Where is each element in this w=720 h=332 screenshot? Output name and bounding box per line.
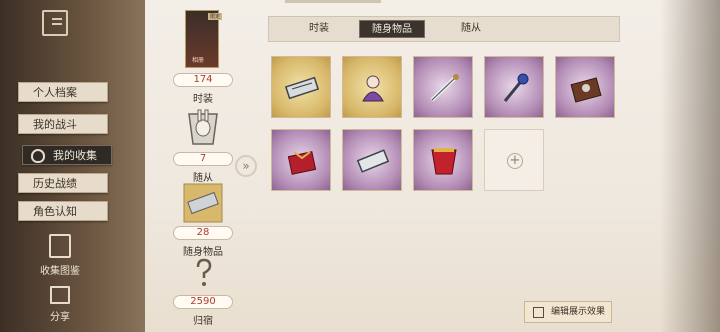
category-tabs: 时装 随身物品 随从 [268,16,620,42]
outfit-label: 时装 [193,94,213,105]
accessory-slot-8[interactable] [413,129,473,191]
sidebar-item-collection[interactable]: 我的收集 [22,145,112,165]
accessory-slot-2[interactable] [342,56,402,118]
home-question-icon[interactable] [193,258,215,288]
outfit-count: 174 [173,73,233,87]
pet-label: 随从 [193,173,213,184]
red-gift-icon [287,151,317,175]
music-box-icon [570,77,602,103]
accessory-slot-6[interactable] [271,129,331,191]
accessory-slot-7[interactable] [342,129,402,191]
accessory-slot-5[interactable] [555,56,615,118]
home-count: 2590 [173,295,233,309]
tool-label: 收集图鉴 [40,266,80,277]
share-icon [50,286,70,304]
accessory-label: 随身物品 [183,247,223,258]
cane-icon [430,74,459,102]
double-chevron-right-icon: » [242,159,250,173]
shield-icon [31,149,45,163]
sidebar-item-label: 我的收集 [53,149,97,162]
plus-icon: + [507,153,523,169]
sidebar-item-label: 我的战斗 [33,118,77,131]
top-divider [285,0,381,3]
accessory-slot-3[interactable] [413,56,473,118]
tab-outfits[interactable]: 时装 [299,20,339,38]
tab-accessories[interactable]: 随身物品 [359,20,425,38]
sidebar-item-character-knowledge[interactable]: 角色认知 [18,201,108,221]
accessory-slot-4[interactable] [484,56,544,118]
exit-icon[interactable] [42,10,68,36]
accessory-count: 28 [173,226,233,240]
sidebar-item-profile[interactable]: 个人档案 [18,82,108,102]
edit-icon [533,307,544,318]
sidebar-item-label: 历史战绩 [33,177,77,190]
collection-guide-button[interactable]: 收集图鉴 [35,234,85,277]
sidebar-item-battles[interactable]: 我的战斗 [18,114,108,134]
red-cape-icon [431,148,457,175]
pet-rabbit-icon[interactable] [185,104,221,146]
share-button[interactable]: 分享 [35,286,85,323]
sidebar-item-label: 角色认知 [33,205,77,218]
sidebar: 个人档案 我的战斗 我的收集 历史战绩 角色认知 收集图鉴 分享 [0,0,145,332]
accessory-harmonica-icon[interactable] [183,183,223,223]
book-icon [49,234,71,258]
edit-display-label: 编辑展示效果 [551,307,606,317]
blue-rose-cane-icon [503,73,529,102]
add-accessory-slot[interactable]: + [484,129,544,191]
limited-badge: 限定 [207,13,222,20]
doll-icon [362,75,384,102]
pet-count: 7 [173,152,233,166]
tab-pets[interactable]: 随从 [451,20,491,38]
outfit-portrait[interactable]: 限定 相册 [185,10,222,68]
harmonica-icon [284,76,320,100]
sidebar-item-label: 个人档案 [33,86,77,99]
tool-label: 分享 [50,312,70,323]
portrait-name: 相册 [192,57,205,64]
silver-harmonica-icon [356,149,390,173]
home-label: 归宿 [193,316,213,327]
expand-arrow-button[interactable]: » [235,155,257,177]
accessory-slot-1[interactable] [271,56,331,118]
sidebar-item-history[interactable]: 历史战绩 [18,173,108,193]
edit-display-button[interactable]: 编辑展示效果 [524,301,612,323]
